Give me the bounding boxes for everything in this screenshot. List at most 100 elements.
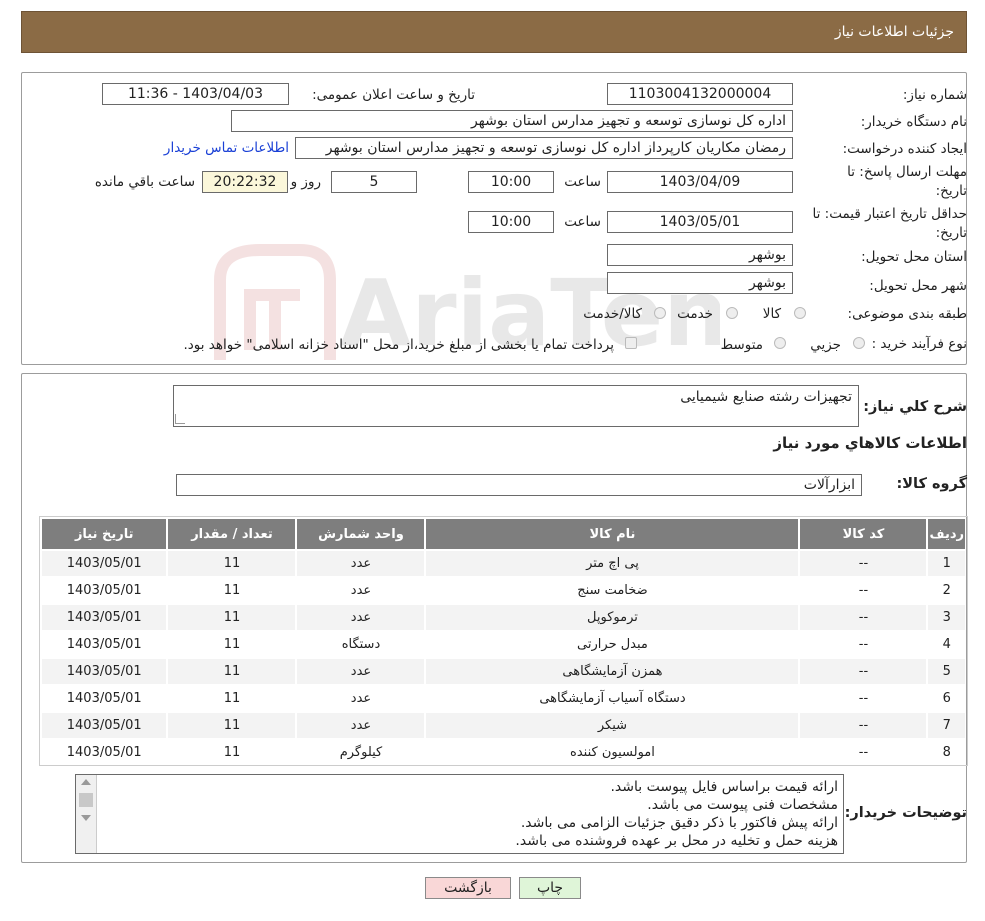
category-radio-goods[interactable] (794, 307, 806, 319)
buyer-org-label: نام دستگاه خریدار: (860, 114, 967, 130)
cell-item-name: امولسیون کننده (426, 740, 799, 765)
province-label: استان محل تحویل: (861, 249, 967, 265)
process-option-medium: متوسط (720, 337, 763, 353)
scroll-up-icon[interactable] (81, 779, 91, 785)
cell-row-number: 4 (928, 632, 965, 657)
cell-unit: عدد (297, 686, 425, 711)
general-desc-label: شرح کلي نیاز: (863, 399, 967, 415)
cell-item-name: پی اچ متر (426, 551, 799, 576)
col-item-name: نام کالا (426, 519, 799, 549)
requester-field[interactable]: رمضان مکاریان کارپرداز اداره کل نوسازی ت… (295, 137, 793, 159)
scroll-down-icon[interactable] (81, 815, 91, 821)
city-field[interactable]: بوشهر (607, 272, 793, 294)
resize-handle-icon[interactable] (175, 414, 185, 424)
cell-quantity: 11 (168, 632, 296, 657)
category-radio-both[interactable] (654, 307, 666, 319)
page-title: جزئیات اطلاعات نیاز (834, 24, 954, 40)
cell-quantity: 11 (168, 740, 296, 765)
goods-group-field[interactable]: ابزارآلات (176, 474, 862, 496)
buyer-notes-label: توضیحات خریدار: (844, 805, 967, 821)
cell-unit: عدد (297, 713, 425, 738)
items-table: ردیف کد کالا نام کالا واحد شمارش تعداد /… (40, 517, 967, 767)
deadline-time-field[interactable]: 10:00 (468, 171, 554, 193)
process-radio-minor[interactable] (853, 337, 865, 349)
table-row: 4 -- مبدل حرارتی دستگاه 11 1403/05/01 (42, 632, 965, 657)
cell-quantity: 11 (168, 713, 296, 738)
items-table-wrapper: ردیف کد کالا نام کالا واحد شمارش تعداد /… (39, 516, 968, 766)
col-need-date: تاریخ نیاز (42, 519, 167, 549)
buyer-contact-link[interactable]: اطلاعات تماس خریدار (164, 140, 289, 156)
process-note: پرداخت تمام یا بخشی از مبلغ خرید،از محل … (183, 337, 614, 353)
cell-item-name: همزن آزمایشگاهی (426, 659, 799, 684)
notes-scrollbar[interactable] (76, 775, 97, 853)
need-number-field[interactable]: 1103004132000004 (607, 83, 793, 105)
print-button[interactable]: چاپ (519, 877, 581, 899)
process-option-minor: جزیي (810, 337, 841, 353)
need-number-label: شماره نیاز: (902, 87, 967, 103)
treasury-checkbox[interactable] (625, 337, 637, 349)
category-radio-service[interactable] (726, 307, 738, 319)
category-option-both: کالا/خدمت (583, 306, 642, 322)
cell-row-number: 7 (928, 713, 965, 738)
table-row: 5 -- همزن آزمایشگاهی عدد 11 1403/05/01 (42, 659, 965, 684)
process-radio-medium[interactable] (774, 337, 786, 349)
city-label: شهر محل تحویل: (869, 278, 967, 294)
buyer-note-line: مشخصات فنی پیوست می باشد. (647, 797, 838, 813)
cell-item-code: -- (800, 659, 927, 684)
remaining-label: ساعت باقي مانده (94, 174, 195, 190)
cell-item-name: مبدل حرارتی (426, 632, 799, 657)
col-unit: واحد شمارش (297, 519, 425, 549)
min-price-time-field[interactable]: 10:00 (468, 211, 554, 233)
cell-row-number: 6 (928, 686, 965, 711)
cell-row-number: 8 (928, 740, 965, 765)
requester-label: ایجاد کننده درخواست: (842, 141, 967, 157)
min-price-time-label: ساعت (564, 214, 601, 230)
cell-unit: کیلوگرم (297, 740, 425, 765)
cell-need-date: 1403/05/01 (42, 551, 167, 576)
cell-item-name: شیکر (426, 713, 799, 738)
deadline-time-label: ساعت (564, 174, 601, 190)
col-quantity: تعداد / مقدار (168, 519, 296, 549)
province-field[interactable]: بوشهر (607, 244, 793, 266)
deadline-label-date: تاریخ: (935, 183, 967, 199)
cell-unit: عدد (297, 605, 425, 630)
table-row: 7 -- شیکر عدد 11 1403/05/01 (42, 713, 965, 738)
buyer-note-line: ارائه قیمت براساس فایل پیوست باشد. (610, 779, 838, 795)
cell-need-date: 1403/05/01 (42, 686, 167, 711)
cell-unit: عدد (297, 551, 425, 576)
cell-unit: عدد (297, 578, 425, 603)
days-remaining-field[interactable]: 5 (331, 171, 417, 193)
buyer-notes-field[interactable]: ارائه قیمت براساس فایل پیوست باشد. مشخصا… (75, 774, 844, 854)
cell-quantity: 11 (168, 578, 296, 603)
min-price-date-field[interactable]: 1403/05/01 (607, 211, 793, 233)
cell-need-date: 1403/05/01 (42, 578, 167, 603)
col-row-number: ردیف (928, 519, 965, 549)
page-header: جزئیات اطلاعات نیاز (21, 11, 967, 53)
scroll-thumb[interactable] (79, 793, 93, 807)
cell-item-code: -- (800, 551, 927, 576)
back-button[interactable]: بازگشت (425, 877, 511, 899)
items-table-body: 1 -- پی اچ متر عدد 11 1403/05/01 2 -- ضخامت سنج ع… (42, 551, 965, 765)
table-header-row: ردیف کد کالا نام کالا واحد شمارش تعداد /… (42, 519, 965, 549)
cell-need-date: 1403/05/01 (42, 632, 167, 657)
cell-item-code: -- (800, 578, 927, 603)
days-label: روز و (290, 174, 321, 190)
buyer-org-field[interactable]: اداره کل نوسازی توسعه و تجهیز مدارس استا… (231, 110, 793, 132)
goods-group-label: گروه کالا: (896, 476, 967, 492)
deadline-date-field[interactable]: 1403/04/09 (607, 171, 793, 193)
goods-info-title: اطلاعات کالاهاي مورد نیاز (773, 434, 967, 452)
cell-item-name: ترموکوپل (426, 605, 799, 630)
table-row: 1 -- پی اچ متر عدد 11 1403/05/01 (42, 551, 965, 576)
cell-need-date: 1403/05/01 (42, 713, 167, 738)
cell-row-number: 1 (928, 551, 965, 576)
remaining-timer: 20:22:32 (202, 171, 288, 193)
category-label: طبقه بندی موضوعی: (847, 306, 967, 322)
announce-field[interactable]: 1403/04/03 - 11:36 (102, 83, 289, 105)
category-option-goods: کالا (762, 306, 781, 322)
min-price-label: حداقل تاریخ اعتبار قیمت: تا (812, 206, 967, 222)
cell-need-date: 1403/05/01 (42, 740, 167, 765)
cell-quantity: 11 (168, 686, 296, 711)
general-desc-field[interactable]: تجهیزات رشته صنایع شیمیایی (173, 385, 859, 427)
table-row: 3 -- ترموکوپل عدد 11 1403/05/01 (42, 605, 965, 630)
cell-row-number: 2 (928, 578, 965, 603)
